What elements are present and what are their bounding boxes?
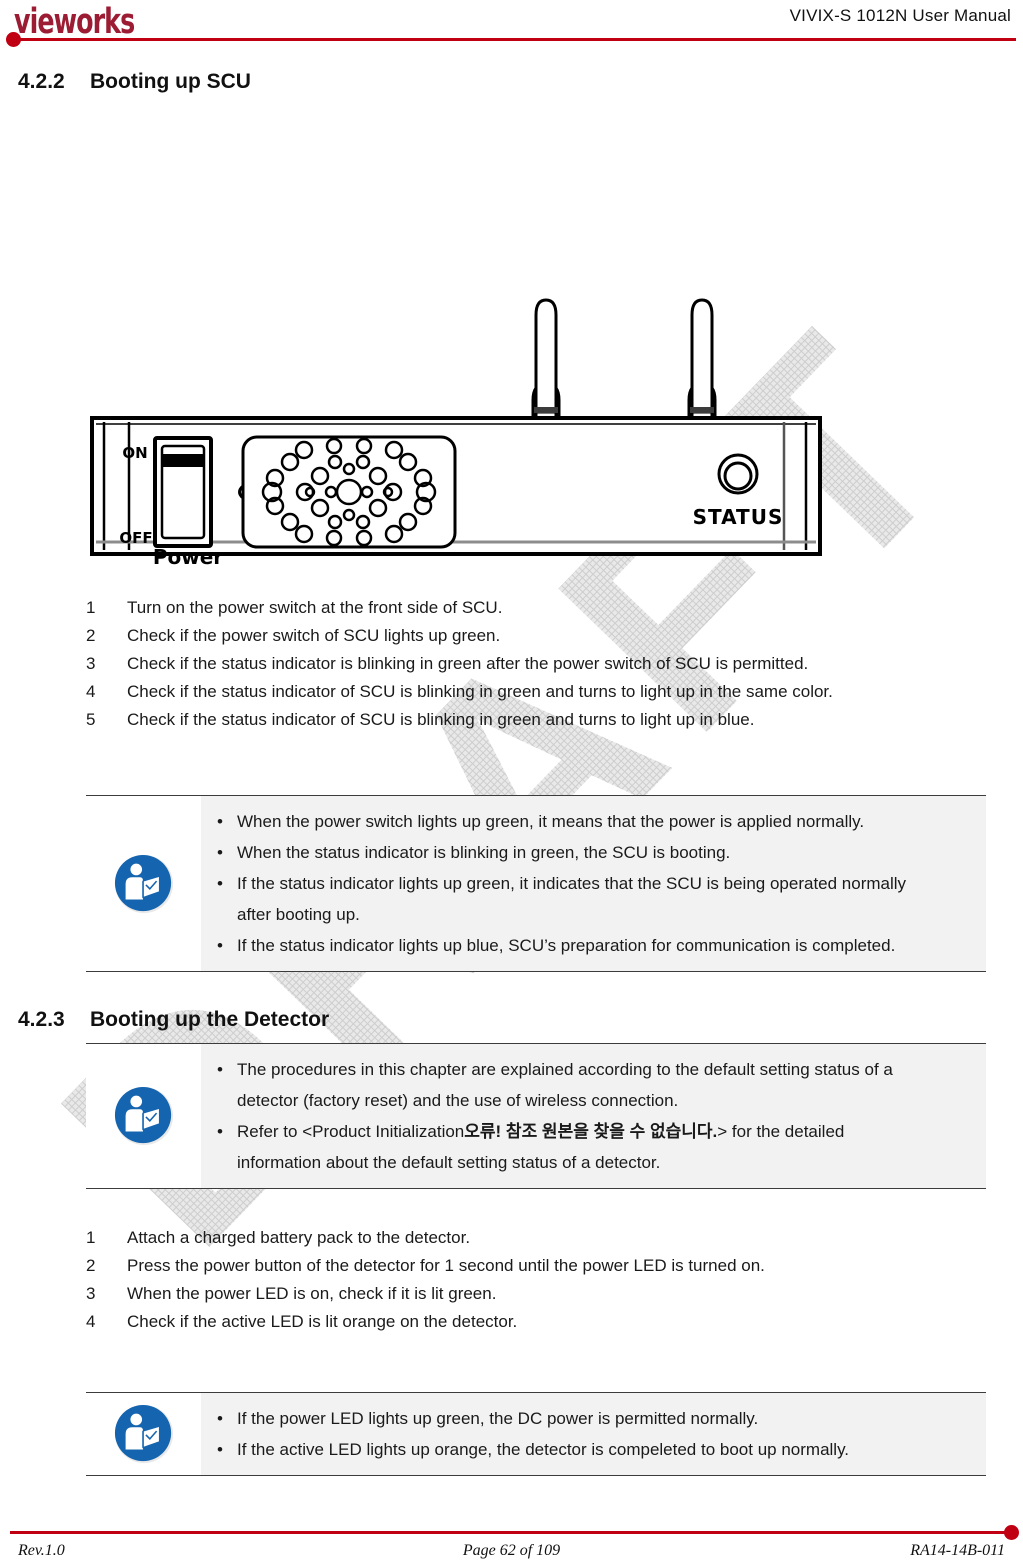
step-text: Check if the active LED is lit orange on… (127, 1312, 518, 1331)
label-status: STATUS (693, 505, 784, 529)
power-switch (153, 436, 213, 548)
section-number: 4.2.2 (18, 70, 65, 93)
step-text: When the power LED is on, check if it is… (127, 1284, 497, 1303)
header-rule (16, 38, 1016, 41)
header-title: VIVIX-S 1012N User Manual (789, 6, 1011, 25)
detector-intro-note-box: The procedures in this chapter are expla… (86, 1043, 986, 1189)
footer-page-number: Page 62 of 109 (462, 1542, 561, 1559)
footer-dot-icon (1004, 1525, 1019, 1540)
note-icon-cell (86, 1044, 201, 1188)
note-icon-cell (86, 796, 201, 971)
section-heading-422: 4.2.2 Booting up SCU (18, 70, 251, 94)
vieworks-logo: vieworks (14, 2, 135, 43)
crossref-korean-error: 오류! 참조 원본을 찾을 수 없습니다. (464, 1122, 718, 1141)
scu-boot-steps: 1 Turn on the power switch at the front … (86, 598, 986, 738)
note-line-continuation: after booting up. (237, 905, 360, 924)
step-index: 2 (86, 626, 96, 645)
step-index: 4 (86, 682, 96, 701)
step-index: 5 (86, 710, 96, 729)
label-on: ON (122, 444, 147, 462)
note-line: If the power LED lights up green, the DC… (215, 1403, 974, 1434)
step-text: Press the power button of the detector f… (127, 1256, 765, 1275)
antenna-right (687, 298, 717, 418)
refer-to-instruction-manual-icon (114, 1404, 173, 1464)
section-heading-423: 4.2.3 Booting up the Detector (18, 1008, 329, 1032)
note-line: When the power switch lights up green, i… (215, 806, 974, 837)
refer-to-instruction-manual-icon (114, 1086, 173, 1146)
scu-front-panel-figure: ON OFF Power STATUS (0, 140, 1023, 570)
step-text: Check if the status indicator of SCU is … (127, 710, 755, 729)
note-line: When the status indicator is blinking in… (215, 837, 974, 868)
note-line-continuation: detector (factory reset) and the use of … (237, 1091, 679, 1110)
note-icon-cell (86, 1393, 201, 1475)
detector-result-note-box: If the power LED lights up green, the DC… (86, 1392, 986, 1476)
list-item: 1 Turn on the power switch at the front … (86, 598, 986, 626)
note-body: If the power LED lights up green, the DC… (201, 1393, 986, 1475)
step-text: Attach a charged battery pack to the det… (127, 1228, 471, 1247)
step-index: 3 (86, 654, 96, 673)
list-item: 3 Check if the status indicator is blink… (86, 654, 986, 682)
step-index: 1 (86, 598, 96, 617)
grille-panel (238, 435, 457, 549)
crossref-suffix: > for the detailed (717, 1122, 845, 1141)
document-page: DRAFT vieworks VIVIX-S 1012N User Manual… (0, 0, 1023, 1567)
note-line-crossref: Refer to <Product Initialization오류! 참조 원… (215, 1116, 974, 1147)
list-item: 1 Attach a charged battery pack to the d… (86, 1228, 986, 1256)
page-footer: Rev.1.0 Page 62 of 109 RA14-14B-011 (0, 1500, 1023, 1567)
antenna-right-base (690, 407, 714, 413)
label-off: OFF (119, 529, 152, 547)
list-item: 2 Check if the power switch of SCU light… (86, 626, 986, 654)
list-item: 4 Check if the active LED is lit orange … (86, 1312, 986, 1340)
step-index: 3 (86, 1284, 96, 1303)
section-title: Booting up the Detector (90, 1008, 330, 1031)
step-text: Check if the status indicator of SCU is … (127, 682, 833, 701)
label-power: Power (153, 545, 223, 569)
step-text: Check if the power switch of SCU lights … (127, 626, 501, 645)
note-line: If the status indicator lights up blue, … (215, 930, 974, 961)
crossref-prefix: Refer to <Product Initialization (237, 1122, 465, 1141)
detector-boot-steps: 1 Attach a charged battery pack to the d… (86, 1228, 986, 1340)
header-dot-icon (6, 32, 21, 47)
footer-document-number: RA14-14B-011 (910, 1542, 1005, 1559)
antenna-left (531, 298, 561, 418)
step-index: 1 (86, 1228, 96, 1247)
note-line: If the status indicator lights up green,… (215, 868, 974, 899)
step-text: Turn on the power switch at the front si… (127, 598, 503, 617)
step-index: 4 (86, 1312, 96, 1331)
note-line: The procedures in this chapter are expla… (215, 1054, 974, 1085)
note-line-continuation: information about the default setting st… (237, 1153, 661, 1172)
antenna-left-base (534, 407, 558, 413)
refer-to-instruction-manual-icon (114, 854, 173, 913)
list-item: 2 Press the power button of the detector… (86, 1256, 986, 1284)
note-line: If the active LED lights up orange, the … (215, 1434, 974, 1465)
step-index: 2 (86, 1256, 96, 1275)
list-item: 5 Check if the status indicator of SCU i… (86, 710, 986, 738)
section-title: Booting up SCU (90, 70, 251, 93)
section-number: 4.2.3 (18, 1008, 65, 1031)
page-header: vieworks VIVIX-S 1012N User Manual (0, 0, 1023, 50)
note-body: When the power switch lights up green, i… (201, 796, 986, 971)
scu-note-box: When the power switch lights up green, i… (86, 795, 986, 972)
step-text: Check if the status indicator is blinkin… (127, 654, 809, 673)
note-body: The procedures in this chapter are expla… (201, 1044, 986, 1188)
list-item: 4 Check if the status indicator of SCU i… (86, 682, 986, 710)
list-item: 3 When the power LED is on, check if it … (86, 1284, 986, 1312)
footer-rule (10, 1531, 1010, 1534)
